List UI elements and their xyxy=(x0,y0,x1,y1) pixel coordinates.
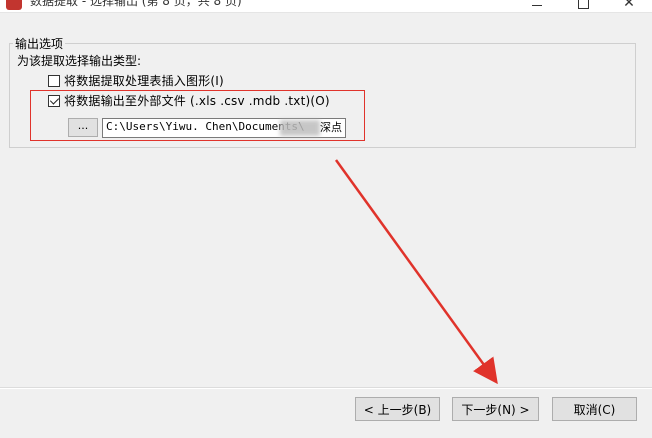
insert-table-option[interactable]: 将数据提取处理表插入图形(I) xyxy=(48,72,224,89)
window-title: 数据提取 - 选择输出 (第 8 页，共 8 页) xyxy=(30,0,242,8)
minimize-icon xyxy=(532,4,542,6)
dialog-window: 数据提取 - 选择输出 (第 8 页，共 8 页) ✕ 输出选项 为该提取选择输… xyxy=(0,0,652,438)
maximize-button[interactable] xyxy=(560,0,606,12)
footer-separator-highlight xyxy=(0,388,652,389)
annotation-arrow-line xyxy=(334,159,498,385)
title-bar: 数据提取 - 选择输出 (第 8 页，共 8 页) ✕ xyxy=(0,0,652,13)
close-icon: ✕ xyxy=(623,0,635,11)
next-button[interactable]: 下一步(N) > xyxy=(452,397,539,421)
close-button[interactable]: ✕ xyxy=(606,0,652,12)
minimize-button[interactable] xyxy=(514,0,560,12)
cancel-button[interactable]: 取消(C) xyxy=(552,397,637,421)
group-legend: 输出选项 xyxy=(13,35,66,52)
output-type-prompt: 为该提取选择输出类型: xyxy=(17,54,142,68)
maximize-icon xyxy=(577,0,589,9)
app-icon xyxy=(6,0,22,10)
annotation-highlight-box xyxy=(30,90,365,141)
back-button[interactable]: < 上一步(B) xyxy=(355,397,440,421)
insert-table-checkbox[interactable] xyxy=(48,74,60,87)
insert-table-label: 将数据提取处理表插入图形(I) xyxy=(64,74,224,88)
